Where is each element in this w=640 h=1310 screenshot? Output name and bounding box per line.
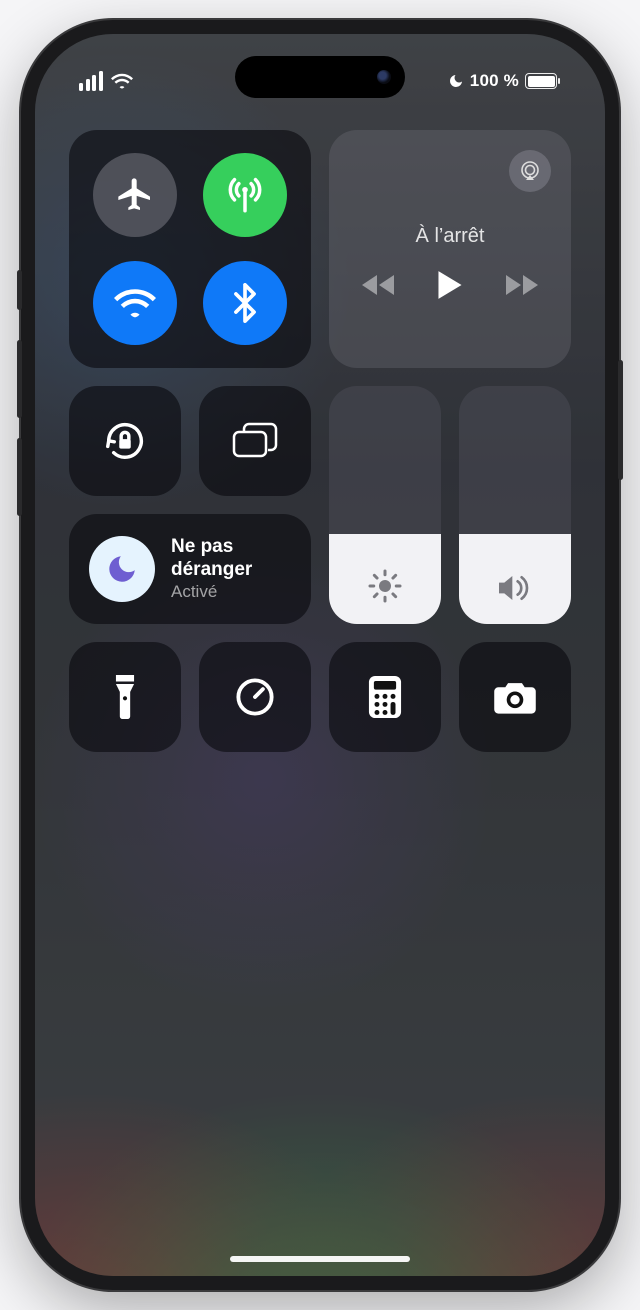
brightness-slider[interactable] xyxy=(329,386,441,624)
wifi-icon xyxy=(114,287,156,319)
moon-badge xyxy=(89,536,155,602)
dnd-status-icon xyxy=(448,73,464,89)
timer-icon xyxy=(234,676,276,718)
focus-toggle[interactable]: Ne pas déranger Activé xyxy=(69,514,311,624)
screen-mirroring-button[interactable] xyxy=(199,386,311,496)
iphone-frame: 100 % xyxy=(21,20,619,1290)
volume-slider[interactable] xyxy=(459,386,571,624)
airplay-button[interactable] xyxy=(509,150,551,192)
airplay-icon xyxy=(518,159,542,183)
volume-up-button xyxy=(17,340,22,418)
camera-button[interactable] xyxy=(459,642,571,752)
calculator-icon xyxy=(368,676,402,718)
wifi-toggle[interactable] xyxy=(93,261,177,345)
rewind-button[interactable] xyxy=(361,274,395,296)
timer-button[interactable] xyxy=(199,642,311,752)
calculator-button[interactable] xyxy=(329,642,441,752)
sun-icon xyxy=(367,568,403,604)
battery-percent: 100 % xyxy=(470,71,519,91)
cellular-signal-icon xyxy=(79,71,103,91)
media-title: À l’arrêt xyxy=(416,225,485,248)
bluetooth-toggle[interactable] xyxy=(203,261,287,345)
camera-icon xyxy=(492,679,538,715)
cellular-data-toggle[interactable] xyxy=(203,153,287,237)
power-button xyxy=(618,360,623,480)
connectivity-module[interactable] xyxy=(69,130,311,368)
wifi-status-icon xyxy=(111,73,133,89)
home-indicator[interactable] xyxy=(230,1256,410,1262)
orientation-lock-icon xyxy=(102,418,148,464)
play-button[interactable] xyxy=(437,270,463,300)
airplane-icon xyxy=(115,175,155,215)
control-center: À l’arrêt xyxy=(69,130,571,752)
speaker-icon xyxy=(496,572,534,604)
dynamic-island xyxy=(235,56,405,98)
battery-icon xyxy=(525,73,557,89)
focus-state: Activé xyxy=(171,582,291,602)
forward-button[interactable] xyxy=(505,274,539,296)
flashlight-button[interactable] xyxy=(69,642,181,752)
flashlight-icon xyxy=(113,675,137,719)
bluetooth-icon xyxy=(233,283,257,323)
screen-mirroring-icon xyxy=(231,421,279,461)
antenna-icon xyxy=(224,174,266,216)
media-module[interactable]: À l’arrêt xyxy=(329,130,571,368)
airplane-mode-toggle[interactable] xyxy=(93,153,177,237)
volume-down-button xyxy=(17,438,22,516)
focus-name: Ne pas déranger xyxy=(171,536,291,582)
moon-icon xyxy=(105,552,139,586)
screen: 100 % xyxy=(35,34,605,1276)
orientation-lock-toggle[interactable] xyxy=(69,386,181,496)
mute-switch xyxy=(17,270,22,310)
